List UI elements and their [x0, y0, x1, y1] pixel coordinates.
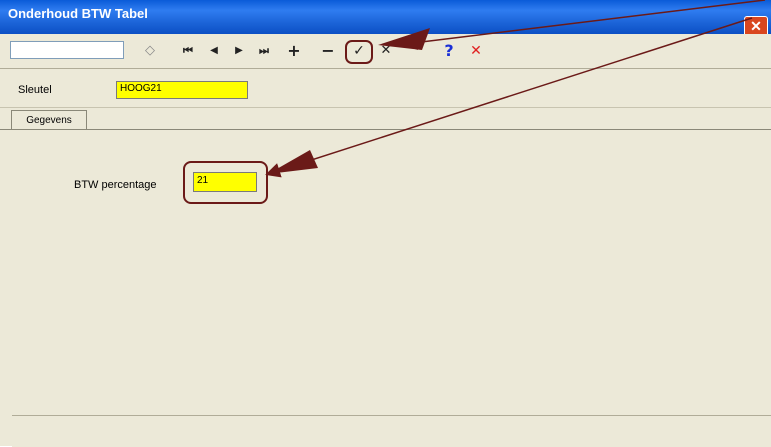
window-title: Onderhoud BTW Tabel: [8, 6, 148, 21]
key-label: Sleutel: [18, 84, 52, 96]
btw-percentage-label: BTW percentage: [74, 179, 157, 191]
clear-icon[interactable]: ◇: [140, 40, 160, 62]
checkmark-highlight-annotation: [345, 40, 373, 64]
insert-record-icon[interactable]: +: [286, 40, 302, 62]
delete-record-icon[interactable]: −: [320, 40, 336, 62]
title-bar: Onderhoud BTW Tabel ✕: [0, 0, 771, 38]
status-bar: [12, 415, 771, 447]
window: Onderhoud BTW Tabel ✕ ◇ ⏮ ◀ ▶ ⏭ + − ✓ ✕ …: [0, 0, 771, 447]
last-record-icon[interactable]: ⏭: [254, 40, 274, 62]
tab-gegevens[interactable]: Gegevens: [11, 110, 87, 130]
btw-field-highlight-annotation: [183, 161, 268, 204]
next-record-icon[interactable]: ▶: [230, 40, 248, 62]
toolbar: ◇ ⏮ ◀ ▶ ⏭ + − ✓ ✕ ? ✕: [0, 34, 771, 69]
cancel-x-icon[interactable]: ✕: [378, 40, 394, 62]
tab-divider: [0, 129, 771, 130]
prior-record-icon[interactable]: ◀: [205, 40, 223, 62]
key-row: Sleutel HOOG21: [0, 69, 771, 108]
close-red-x-icon[interactable]: ✕: [468, 40, 484, 62]
help-icon[interactable]: ?: [441, 40, 457, 62]
key-field[interactable]: HOOG21: [116, 81, 248, 99]
first-record-icon[interactable]: ⏮: [178, 40, 198, 62]
navigator-input[interactable]: [10, 41, 124, 59]
